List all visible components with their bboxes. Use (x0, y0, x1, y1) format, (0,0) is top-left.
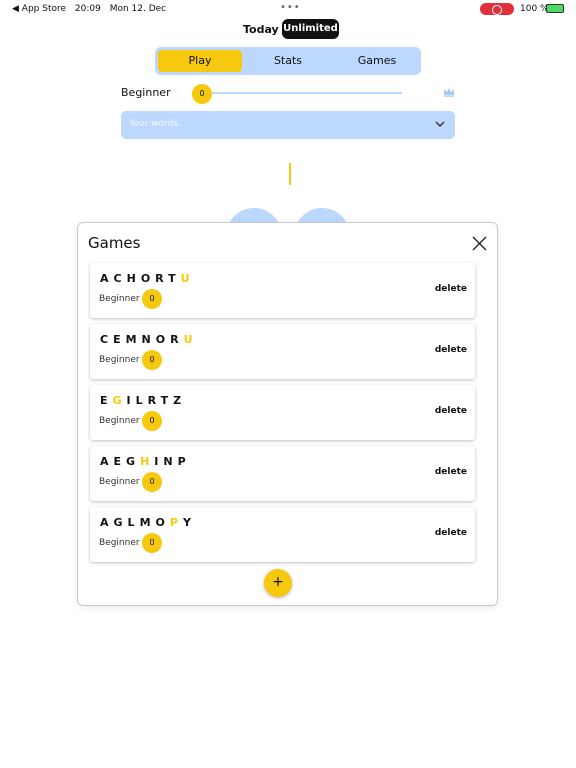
level-slider-track[interactable] (212, 92, 402, 94)
multitasking-dots-icon[interactable]: ••• (280, 2, 301, 13)
game-level: Beginner (99, 538, 140, 548)
chevron-down-icon (435, 121, 445, 127)
crown-icon (444, 88, 454, 97)
game-letters: AEGHINP (100, 455, 191, 468)
letter: O (140, 272, 156, 285)
highlighted-letter: P (169, 516, 183, 529)
battery-icon (546, 4, 564, 13)
highlighted-letter: U (183, 333, 198, 346)
letter: Z (173, 394, 187, 407)
status-date: Mon 12. Dec (109, 4, 167, 14)
words-dropdown[interactable]: Your words... (121, 111, 455, 139)
letter: I (154, 455, 164, 468)
highlighted-letter: H (140, 455, 155, 468)
game-score-badge: 0 (142, 472, 162, 492)
letter: E (113, 455, 127, 468)
delete-button[interactable]: delete (435, 406, 467, 416)
letter: M (139, 516, 156, 529)
mode-toggle: Today Unlimited (0, 18, 576, 40)
status-time: 20:09 (74, 4, 101, 14)
game-list: ACHORTU Beginner 0 delete CEMNORU Beginn… (90, 263, 475, 568)
letter: A (100, 516, 114, 529)
game-row[interactable]: EGILRTZ Beginner 0 delete (90, 385, 475, 440)
game-row[interactable]: AEGHINP Beginner 0 delete (90, 446, 475, 501)
game-score-badge: 0 (142, 411, 162, 431)
game-score-badge: 0 (142, 350, 162, 370)
game-score-badge: 0 (142, 533, 162, 553)
tab-games[interactable]: Games (335, 50, 419, 72)
letter: P (177, 455, 191, 468)
battery-percent: 100 % (520, 4, 549, 14)
tab-play[interactable]: Play (158, 50, 242, 72)
letter: A (100, 272, 114, 285)
highlighted-letter: G (112, 394, 127, 407)
letter: T (160, 394, 174, 407)
letter: N (141, 333, 156, 346)
letter: H (126, 272, 141, 285)
delete-button[interactable]: delete (435, 528, 467, 538)
letter: L (127, 516, 140, 529)
level-slider-knob[interactable]: 0 (192, 84, 212, 104)
game-letters: CEMNORU (100, 333, 198, 346)
delete-button[interactable]: delete (435, 467, 467, 477)
game-row[interactable]: AGLMOPY Beginner 0 delete (90, 507, 475, 562)
game-level: Beginner (99, 294, 140, 304)
game-level: Beginner (99, 416, 140, 426)
games-modal: Games ACHORTU Beginner 0 delete CEMNORU … (77, 222, 498, 606)
letter: G (113, 516, 128, 529)
letter: T (168, 272, 181, 285)
game-letters: EGILRTZ (100, 394, 186, 407)
letter: E (100, 394, 113, 407)
letter: O (155, 516, 170, 529)
game-row[interactable]: CEMNORU Beginner 0 delete (90, 324, 475, 379)
screen-recording-icon (480, 3, 514, 15)
input-cursor (289, 163, 291, 185)
game-letters: AGLMOPY (100, 516, 196, 529)
back-to-app-link[interactable]: ◀ App Store (12, 4, 66, 14)
today-button[interactable]: Today (243, 23, 279, 36)
letter: G (126, 455, 141, 468)
letter: M (125, 333, 142, 346)
game-row[interactable]: ACHORTU Beginner 0 delete (90, 263, 475, 318)
delete-button[interactable]: delete (435, 284, 467, 294)
letter: R (155, 272, 169, 285)
modal-title: Games (88, 234, 141, 252)
letter: A (100, 455, 114, 468)
letter: C (100, 333, 114, 346)
app-screen: ◀ App Store 20:09 Mon 12. Dec ••• 100 % … (0, 0, 576, 768)
game-letters: ACHORTU (100, 272, 195, 285)
letter: I (126, 394, 136, 407)
letter: C (113, 272, 127, 285)
letter: R (147, 394, 161, 407)
letter: E (113, 333, 126, 346)
game-score-badge: 0 (142, 289, 162, 309)
tab-stats[interactable]: Stats (250, 50, 326, 72)
delete-button[interactable]: delete (435, 345, 467, 355)
highlighted-letter: U (180, 272, 195, 285)
status-left: ◀ App Store 20:09 Mon 12. Dec (12, 4, 172, 14)
level-label: Beginner (121, 86, 171, 99)
letter: R (170, 333, 184, 346)
add-game-button[interactable]: + (264, 569, 292, 597)
close-icon[interactable] (472, 236, 487, 251)
game-level: Beginner (99, 355, 140, 365)
words-placeholder: Your words... (129, 119, 187, 129)
letter: Y (182, 516, 196, 529)
status-bar: ◀ App Store 20:09 Mon 12. Dec ••• 100 % (0, 0, 576, 18)
unlimited-button[interactable]: Unlimited (282, 19, 339, 39)
letter: O (155, 333, 171, 346)
letter: L (135, 394, 148, 407)
main-tabs: Play Stats Games (155, 47, 421, 75)
game-level: Beginner (99, 477, 140, 487)
letter: N (163, 455, 178, 468)
